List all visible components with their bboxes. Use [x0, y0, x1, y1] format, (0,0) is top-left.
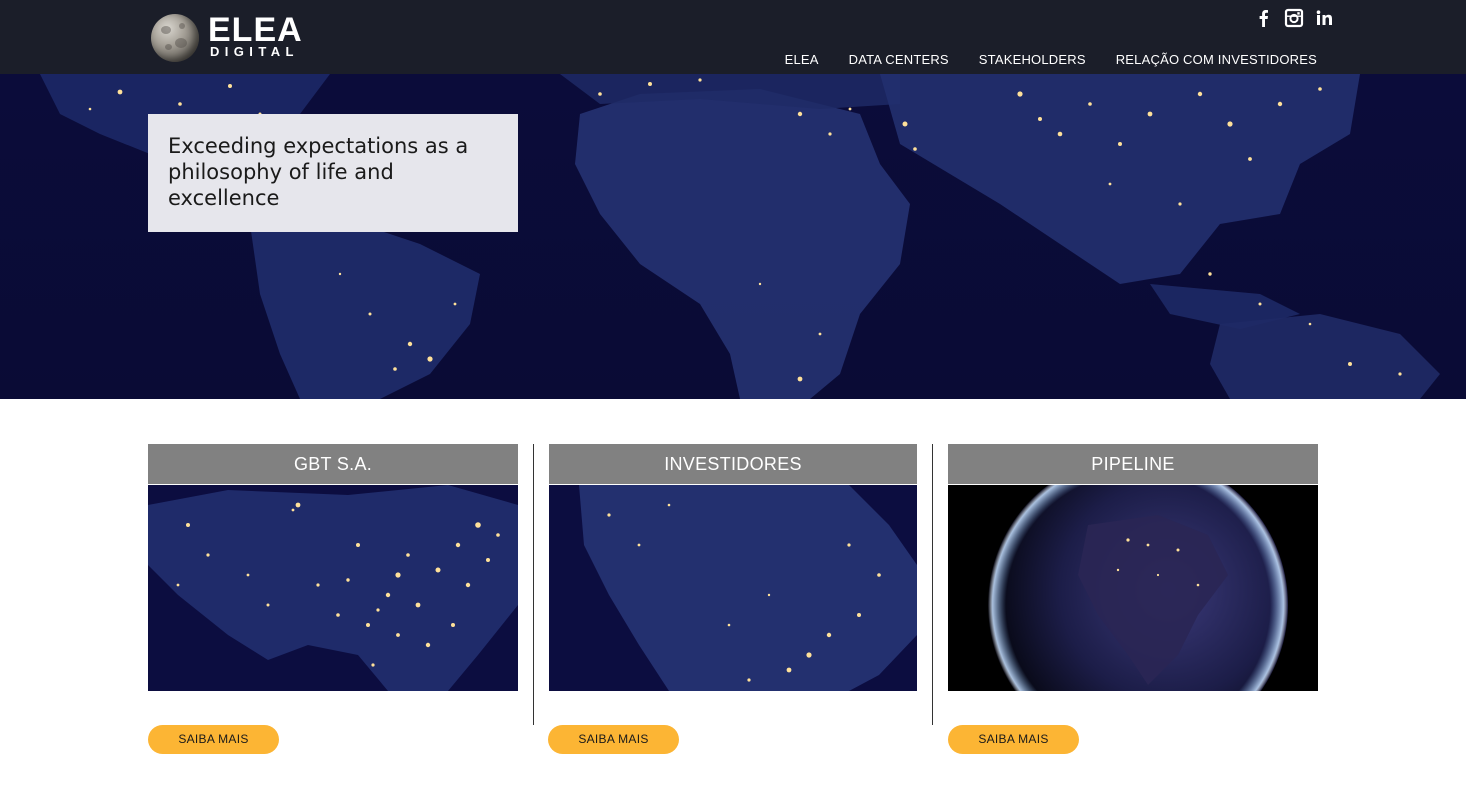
instagram-icon[interactable] — [1284, 8, 1304, 28]
hero-tagline-line-1: Exceeding expectations as a — [168, 134, 469, 158]
card-title-investidores: INVESTIDORES — [549, 444, 917, 484]
column-divider — [932, 444, 933, 725]
nav-item-elea[interactable]: ELEA — [785, 50, 819, 70]
saiba-mais-button-pipeline[interactable]: SAIBA MAIS — [948, 725, 1079, 754]
hero-banner: Exceeding expectations as a philosophy o… — [0, 74, 1466, 399]
hero-tagline-box: Exceeding expectations as a philosophy o… — [148, 114, 518, 232]
site-header: ELEA DIGITAL ELEA DATA CENTERS STAKEHOLD… — [0, 0, 1466, 74]
card-image-south-america[interactable] — [549, 485, 917, 691]
saiba-mais-button-investidores[interactable]: SAIBA MAIS — [548, 725, 679, 754]
nav-item-investor-relations[interactable]: RELAÇÃO COM INVESTIDORES — [1116, 50, 1317, 70]
brand-subtitle: DIGITAL — [210, 44, 299, 59]
card-title-pipeline: PIPELINE — [948, 444, 1318, 484]
main-nav: ELEA DATA CENTERS STAKEHOLDERS RELAÇÃO C… — [785, 50, 1317, 70]
nav-item-stakeholders[interactable]: STAKEHOLDERS — [979, 50, 1086, 70]
saiba-mais-button-gbt[interactable]: SAIBA MAIS — [148, 725, 279, 754]
column-divider — [533, 444, 534, 725]
card-image-north-america[interactable] — [148, 485, 518, 691]
hero-tagline-line-2: philosophy of life and — [168, 160, 394, 184]
elea-digital-logo[interactable]: ELEA DIGITAL — [151, 12, 316, 64]
hero-tagline-line-3: excellence — [168, 186, 280, 210]
card-image-earth-globe[interactable] — [948, 485, 1318, 691]
card-title-gbt: GBT S.A. — [148, 444, 518, 484]
nav-item-data-centers[interactable]: DATA CENTERS — [849, 50, 949, 70]
linkedin-icon[interactable] — [1314, 8, 1334, 28]
brand-name: ELEA — [208, 11, 303, 49]
facebook-icon[interactable] — [1254, 8, 1274, 28]
moon-logo-icon — [151, 14, 199, 62]
